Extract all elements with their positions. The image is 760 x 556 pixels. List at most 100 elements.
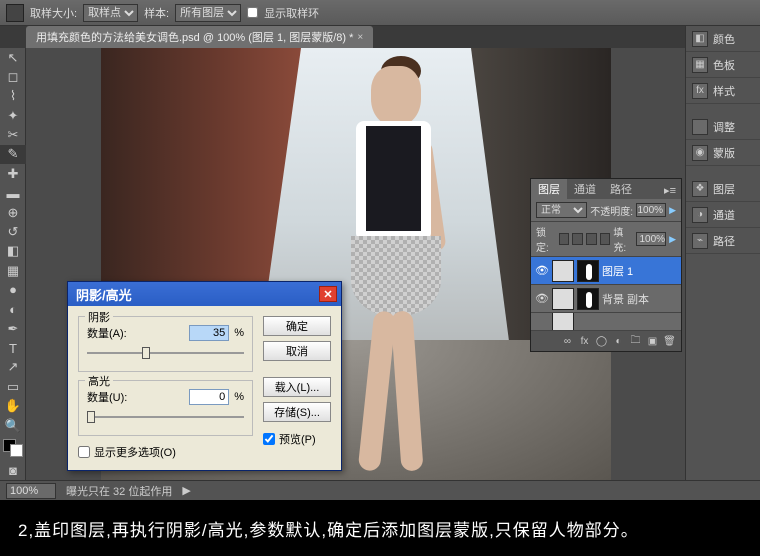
rail-label: 样式: [713, 83, 735, 99]
rail-layers[interactable]: ❖图层: [686, 176, 760, 202]
highlight-amount-label: 数量(U):: [87, 389, 127, 405]
rail-label: 蒙版: [713, 145, 735, 161]
layer-mask-thumb[interactable]: [577, 288, 599, 310]
history-brush-tool[interactable]: ↺: [0, 222, 26, 241]
rail-label: 颜色: [713, 31, 735, 47]
rail-label: 色板: [713, 57, 735, 73]
show-ring-checkbox[interactable]: [247, 7, 258, 18]
lasso-tool[interactable]: ⌇: [0, 87, 26, 106]
layer-thumb[interactable]: [552, 260, 574, 282]
shape-tool[interactable]: ▭: [0, 377, 26, 396]
dialog-titlebar[interactable]: 阴影/高光 ✕: [68, 282, 341, 306]
visibility-icon[interactable]: 👁: [535, 264, 549, 277]
link-icon[interactable]: ∞: [560, 334, 575, 349]
swatches-icon: ▦: [692, 57, 708, 73]
dialog-title: 阴影/高光: [76, 285, 132, 304]
new-layer-icon[interactable]: ▣: [645, 334, 660, 349]
crop-tool[interactable]: ✂: [0, 125, 26, 144]
more-options-check[interactable]: [78, 446, 90, 458]
rail-styles[interactable]: fx样式: [686, 78, 760, 104]
eraser-tool[interactable]: ◧: [0, 242, 26, 261]
folder-icon[interactable]: 🗀: [628, 334, 643, 349]
cancel-button[interactable]: 取消: [263, 341, 331, 361]
document-tab[interactable]: 用填充颜色的方法给美女调色.psd @ 100% (图层 1, 图层蒙版/8) …: [26, 26, 373, 48]
document-tabs: 用填充颜色的方法给美女调色.psd @ 100% (图层 1, 图层蒙版/8) …: [0, 26, 760, 48]
ok-button[interactable]: 确定: [263, 316, 331, 336]
fill-input[interactable]: [636, 232, 666, 246]
trash-icon[interactable]: 🗑: [662, 334, 677, 349]
rail-color[interactable]: ◧ 颜色: [686, 26, 760, 52]
tool-swatch[interactable]: [6, 4, 24, 22]
layer-row[interactable]: [531, 313, 681, 331]
save-button[interactable]: 存储(S)...: [263, 402, 331, 422]
show-ring-label: 显示取样环: [264, 5, 319, 21]
color-icon: ◧: [692, 31, 708, 47]
rail-swatches[interactable]: ▦ 色板: [686, 52, 760, 78]
highlight-amount-input[interactable]: [189, 389, 229, 405]
adjustment-icon[interactable]: ◐: [611, 334, 626, 349]
heal-tool[interactable]: ✚: [0, 164, 26, 183]
toolbox: ↖ ◻ ⌇ ✦ ✂ ✎ ✚ ▬ ⊕ ↺ ◧ ▦ ● ◐ ✒ T ↗ ▭ ✋ 🔍 …: [0, 48, 26, 480]
chevron-right-icon[interactable]: ▶: [669, 205, 676, 216]
lock-all-icon[interactable]: [600, 233, 611, 245]
sample-select[interactable]: 所有图层: [175, 4, 241, 22]
rail-paths[interactable]: ⌁路径: [686, 228, 760, 254]
zoom-input[interactable]: [6, 483, 56, 499]
tab-paths[interactable]: 路径: [603, 179, 639, 199]
layers-panel: 图层 通道 路径 ▸≡ 正常 不透明度: ▶ 锁定: 填充: ▶ 👁 图层 1: [530, 178, 682, 352]
move-tool[interactable]: ↖: [0, 48, 26, 67]
lock-pixel-icon[interactable]: [572, 233, 583, 245]
opacity-input[interactable]: [636, 203, 666, 217]
load-button[interactable]: 载入(L)...: [263, 377, 331, 397]
lock-trans-icon[interactable]: [559, 233, 570, 245]
tab-layers[interactable]: 图层: [531, 179, 567, 199]
quickmask-toggle[interactable]: ◙: [0, 461, 26, 480]
hand-tool[interactable]: ✋: [0, 396, 26, 415]
chevron-right-icon[interactable]: ▶: [669, 234, 676, 245]
shadow-slider[interactable]: [87, 345, 244, 361]
close-icon[interactable]: ×: [357, 32, 363, 43]
fx-icon[interactable]: fx: [577, 334, 592, 349]
zoom-tool[interactable]: 🔍: [0, 416, 26, 435]
layer-row[interactable]: 👁 图层 1: [531, 257, 681, 285]
more-options-label: 显示更多选项(O): [94, 444, 176, 460]
layer-thumb[interactable]: [552, 313, 574, 331]
blend-mode-select[interactable]: 正常: [536, 202, 587, 218]
layer-row[interactable]: 👁 背景 副本: [531, 285, 681, 313]
sample-size-select[interactable]: 取样点: [83, 4, 138, 22]
stamp-tool[interactable]: ⊕: [0, 203, 26, 222]
mask-icon[interactable]: ◯: [594, 334, 609, 349]
eyedropper-tool[interactable]: ✎: [0, 145, 26, 164]
channels-icon: ◑: [692, 207, 708, 223]
shadow-group-label: 阴影: [85, 309, 113, 325]
wand-tool[interactable]: ✦: [0, 106, 26, 125]
rail-masks[interactable]: ◉蒙版: [686, 140, 760, 166]
rail-adjustments[interactable]: 调整: [686, 114, 760, 140]
panel-menu-icon[interactable]: ▸≡: [659, 182, 681, 199]
tab-channels[interactable]: 通道: [567, 179, 603, 199]
lock-pos-icon[interactable]: [586, 233, 597, 245]
brush-tool[interactable]: ▬: [0, 184, 26, 203]
more-options-checkbox[interactable]: 显示更多选项(O): [78, 444, 253, 460]
gradient-tool[interactable]: ▦: [0, 261, 26, 280]
preview-label: 预览(P): [279, 431, 316, 447]
type-tool[interactable]: T: [0, 338, 26, 357]
close-icon[interactable]: ✕: [319, 286, 337, 302]
shadow-amount-input[interactable]: [189, 325, 229, 341]
preview-checkbox[interactable]: 预览(P): [263, 431, 331, 447]
chevron-right-icon[interactable]: ▶: [182, 484, 190, 497]
highlight-slider[interactable]: [87, 409, 244, 425]
path-tool[interactable]: ↗: [0, 358, 26, 377]
pen-tool[interactable]: ✒: [0, 319, 26, 338]
rail-channels[interactable]: ◑通道: [686, 202, 760, 228]
preview-check[interactable]: [263, 433, 275, 445]
layer-name[interactable]: 背景 副本: [602, 291, 649, 307]
dodge-tool[interactable]: ◐: [0, 300, 26, 319]
layer-mask-thumb[interactable]: [577, 260, 599, 282]
marquee-tool[interactable]: ◻: [0, 67, 26, 86]
blur-tool[interactable]: ●: [0, 280, 26, 299]
color-swatches[interactable]: [3, 439, 23, 457]
visibility-icon[interactable]: 👁: [535, 292, 549, 305]
layer-name[interactable]: 图层 1: [602, 263, 633, 279]
layer-thumb[interactable]: [552, 288, 574, 310]
